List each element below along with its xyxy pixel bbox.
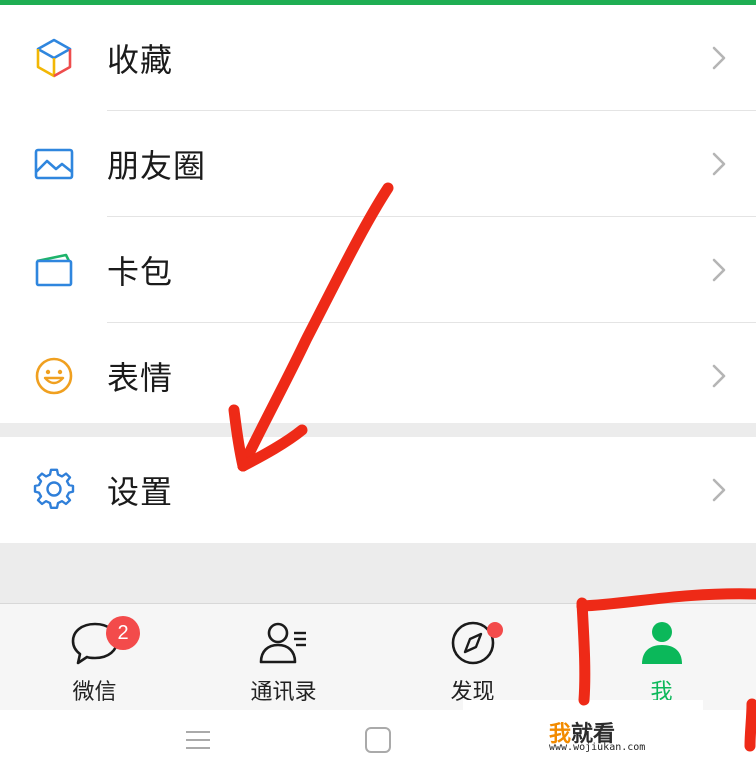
chevron-right-icon xyxy=(712,258,726,282)
new-content-dot xyxy=(487,622,503,638)
menu-item-cards[interactable]: 卡包 xyxy=(0,217,756,323)
chevron-right-icon xyxy=(712,364,726,388)
tab-label: 微信 xyxy=(72,680,117,705)
unread-badge: 2 xyxy=(106,616,140,650)
menu-item-label: 卡包 xyxy=(107,253,174,291)
tab-chats[interactable]: 2 微信 xyxy=(0,604,189,711)
gear-icon xyxy=(30,466,78,514)
menu-nav-button[interactable] xyxy=(168,710,228,770)
favorites-cube-icon xyxy=(30,34,78,82)
tab-contacts[interactable]: 通讯录 xyxy=(189,604,378,711)
chevron-right-icon xyxy=(712,152,726,176)
menu-item-stickers[interactable]: 表情 xyxy=(0,323,756,429)
menu-item-settings[interactable]: 设置 xyxy=(0,437,756,543)
chevron-right-icon xyxy=(712,478,726,502)
menu-item-label: 表情 xyxy=(107,359,174,397)
home-nav-button[interactable] xyxy=(348,710,408,770)
tab-me[interactable]: 我 xyxy=(567,604,756,711)
contacts-icon xyxy=(259,622,306,664)
me-menu-group: 收藏 朋友圈 卡包 表情 xyxy=(0,5,756,423)
tab-label: 通讯录 xyxy=(250,680,317,705)
person-icon xyxy=(641,622,682,664)
settings-group: 设置 xyxy=(0,437,756,543)
chevron-right-icon xyxy=(712,46,726,70)
menu-item-moments[interactable]: 朋友圈 xyxy=(0,111,756,217)
menu-item-label: 朋友圈 xyxy=(107,147,207,185)
home-square-icon xyxy=(365,727,391,753)
card-wallet-icon xyxy=(30,246,78,294)
menu-item-favorites[interactable]: 收藏 xyxy=(0,5,756,111)
watermark: 我就看 www.wojiukan.com xyxy=(463,700,703,760)
tab-discover[interactable]: 发现 xyxy=(378,604,567,711)
menu-item-label: 收藏 xyxy=(107,41,174,79)
menu-item-label: 设置 xyxy=(107,473,174,511)
bottom-tab-bar: 2 微信 通讯录 发现 我 xyxy=(0,603,756,710)
sticker-smiley-icon xyxy=(30,352,78,400)
moments-picture-icon xyxy=(30,140,78,188)
hamburger-icon xyxy=(186,731,210,749)
watermark-url: www.wojiukan.com xyxy=(549,742,646,753)
